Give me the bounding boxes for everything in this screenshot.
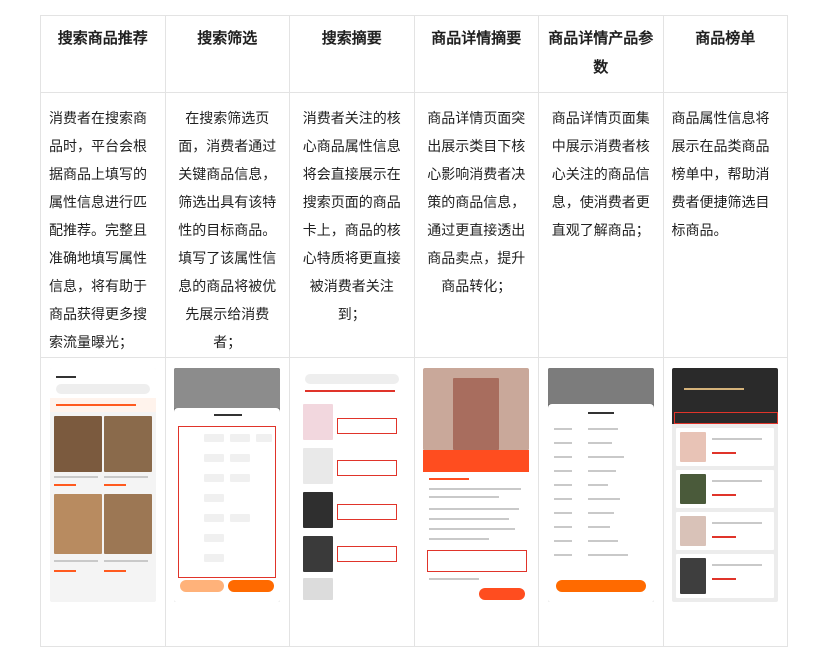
screenshot-cell bbox=[289, 357, 415, 647]
description-cell: 商品详情页面突出展示类目下核心影响消费者决策的商品信息，通过更直接透出商品卖点，… bbox=[413, 92, 539, 358]
description-cell: 消费者在搜索商品时，平台会根据商品上填写的属性信息进行匹配推荐。完整且准确地填写… bbox=[40, 92, 166, 358]
screenshot-cell bbox=[538, 357, 664, 647]
description-cell: 商品属性信息将展示在品类商品榜单中，帮助消费者便捷筛选目标商品。 bbox=[662, 92, 788, 358]
header-row: 搜索商品推荐 搜索筛选 搜索摘要 商品详情摘要 商品详情产品参数 商品榜单 bbox=[40, 15, 788, 93]
header-cell: 搜索商品推荐 bbox=[40, 15, 166, 93]
header-cell: 商品详情产品参数 bbox=[538, 15, 664, 93]
header-cell: 商品榜单 bbox=[662, 15, 788, 93]
description-cell: 消费者关注的核心商品属性信息将会直接展示在搜索页面的商品卡上，商品的核心特质将更… bbox=[289, 92, 415, 358]
phone-screenshot-search-summary bbox=[298, 368, 405, 602]
header-cell: 商品详情摘要 bbox=[413, 15, 539, 93]
header-cell: 搜索筛选 bbox=[164, 15, 290, 93]
phone-screenshot-detail-summary bbox=[423, 368, 530, 602]
phone-screenshot-detail-params bbox=[547, 368, 654, 602]
phone-screenshot-search-filter bbox=[174, 368, 281, 602]
description-row: 消费者在搜索商品时，平台会根据商品上填写的属性信息进行匹配推荐。完整且准确地填写… bbox=[40, 92, 788, 358]
screenshot-cell bbox=[413, 357, 539, 647]
header-cell: 搜索摘要 bbox=[289, 15, 415, 93]
description-cell: 商品详情页面集中展示消费者核心关注的商品信息，使消费者更直观了解商品； bbox=[538, 92, 664, 358]
screenshot-row bbox=[40, 357, 788, 647]
feature-table: 搜索商品推荐 搜索筛选 搜索摘要 商品详情摘要 商品详情产品参数 商品榜单 消费… bbox=[40, 15, 788, 647]
phone-screenshot-ranking bbox=[672, 368, 779, 602]
screenshot-cell bbox=[662, 357, 788, 647]
feature-table-container: 搜索商品推荐 搜索筛选 搜索摘要 商品详情摘要 商品详情产品参数 商品榜单 消费… bbox=[40, 15, 788, 647]
phone-screenshot-search-recommend bbox=[49, 368, 156, 602]
screenshot-cell bbox=[40, 357, 166, 647]
screenshot-cell bbox=[164, 357, 290, 647]
description-cell: 在搜索筛选页面，消费者通过关键商品信息，筛选出具有该特性的目标商品。填写了该属性… bbox=[164, 92, 290, 358]
